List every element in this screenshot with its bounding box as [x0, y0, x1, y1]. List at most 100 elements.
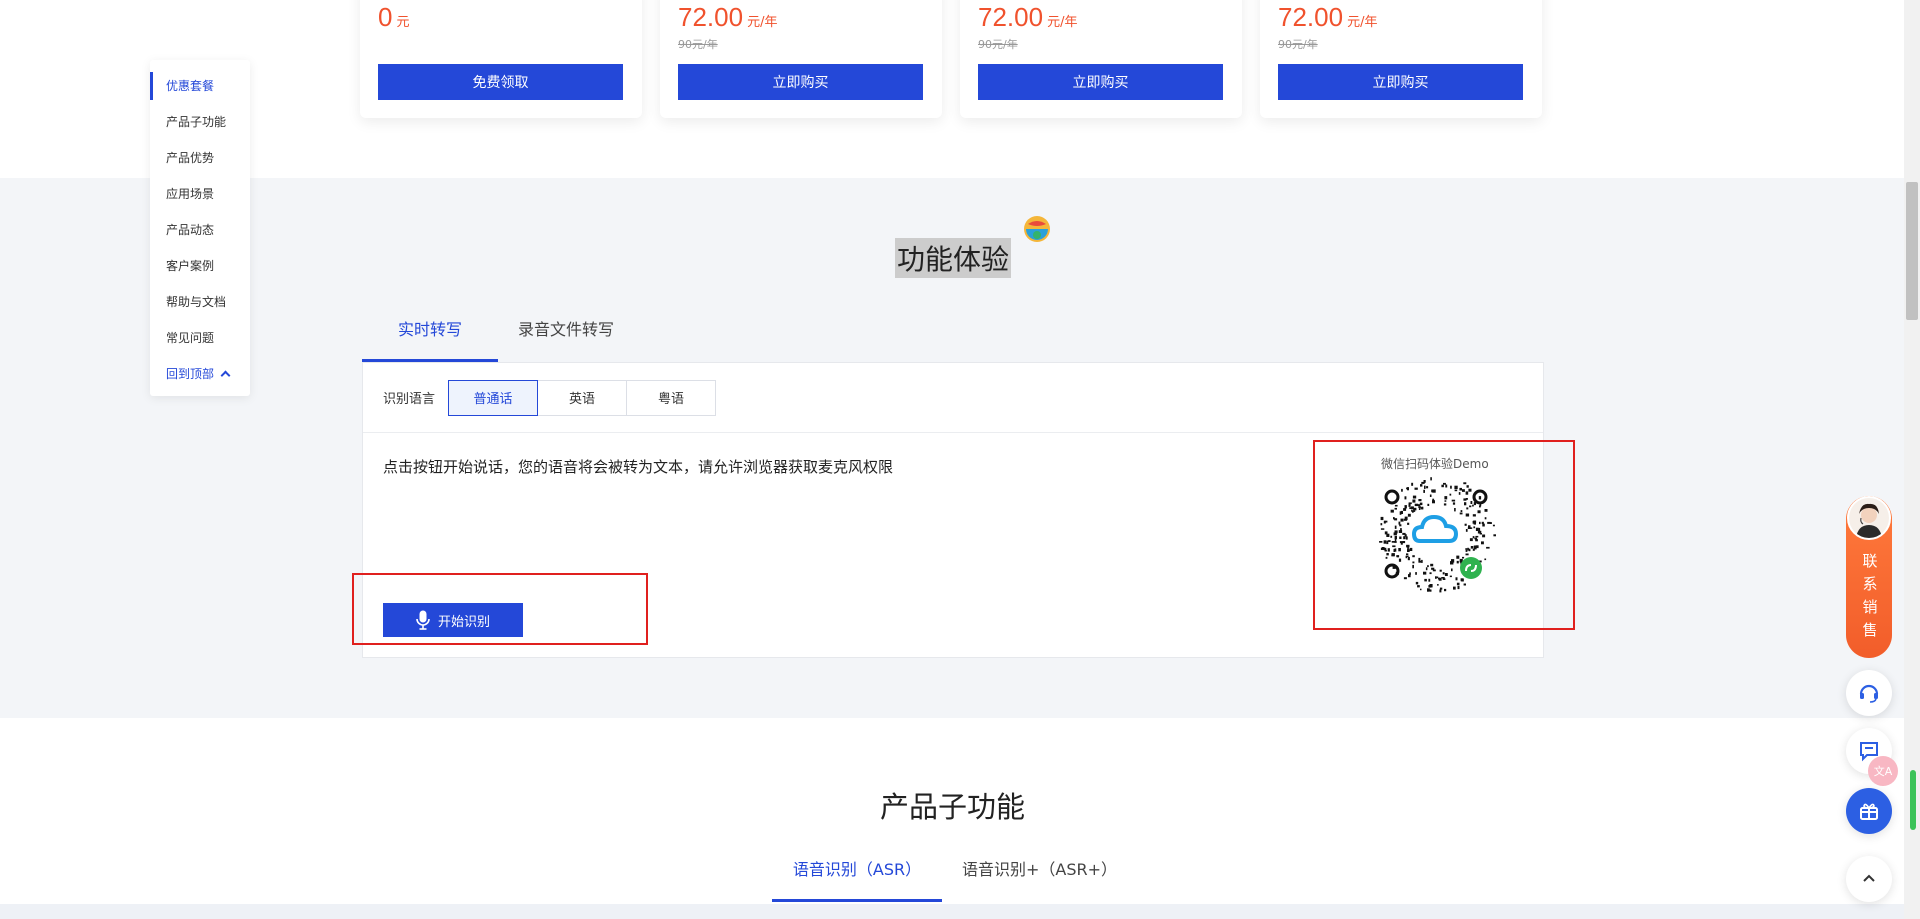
qr-module	[1404, 496, 1407, 500]
qr-module	[1408, 574, 1411, 578]
qr-module	[1468, 525, 1471, 529]
qr-module	[1472, 536, 1475, 539]
qr-module	[1380, 516, 1384, 521]
side-nav-item-sub-functions[interactable]: 产品子功能	[150, 104, 250, 140]
buy-now-button[interactable]: 立即购买	[978, 64, 1223, 100]
qr-module	[1408, 502, 1412, 505]
sub-functions-title: 产品子功能	[880, 790, 1026, 824]
language-option-english[interactable]: 英语	[537, 379, 628, 416]
qr-module	[1383, 520, 1386, 524]
qr-module	[1396, 555, 1399, 558]
tab-asr[interactable]: 语音识别（ASR）	[772, 850, 942, 902]
qr-module	[1453, 586, 1456, 590]
qr-module	[1405, 555, 1409, 557]
qr-module	[1412, 495, 1417, 499]
qr-module	[1427, 503, 1430, 506]
scrollbar-thumb[interactable]	[1906, 182, 1918, 320]
original-price: 90元/年	[978, 38, 1018, 51]
qr-module	[1441, 577, 1445, 579]
side-nav-item-advantages[interactable]: 产品优势	[150, 140, 250, 176]
qr-module	[1470, 546, 1474, 549]
qr-module	[1410, 506, 1414, 510]
qr-module	[1421, 481, 1425, 484]
qr-module	[1479, 521, 1481, 525]
qr-module	[1384, 531, 1388, 535]
qr-module	[1463, 583, 1466, 586]
tab-asr-plus[interactable]: 语音识别+（ASR+）	[942, 850, 1117, 902]
qr-module	[1450, 485, 1452, 489]
gift-button[interactable]	[1846, 788, 1892, 834]
buy-now-button[interactable]: 立即购买	[1278, 64, 1523, 100]
price-unit: 元/年	[747, 15, 778, 30]
side-nav-item-faq[interactable]: 常见问题	[150, 320, 250, 356]
experience-tabs: 实时转写 录音文件转写	[362, 310, 614, 362]
qr-module	[1482, 523, 1485, 527]
qr-module	[1431, 567, 1435, 570]
language-selector-row: 识别语言 普通话 英语 粤语	[363, 363, 1543, 433]
qr-module	[1420, 588, 1422, 591]
qr-module	[1470, 527, 1473, 529]
qr-module	[1466, 507, 1469, 510]
qr-module	[1426, 486, 1429, 489]
qr-module	[1449, 493, 1452, 496]
buy-now-button[interactable]: 立即购买	[678, 64, 923, 100]
back-to-top-label: 回到顶部	[166, 367, 215, 381]
language-option-cantonese[interactable]: 粤语	[626, 379, 717, 416]
qr-module	[1459, 512, 1463, 515]
qr-module	[1475, 535, 1479, 538]
qr-module	[1394, 530, 1398, 534]
qr-module	[1478, 496, 1482, 500]
scrollbar-marker	[1910, 770, 1916, 830]
qr-module	[1403, 577, 1407, 580]
qr-module	[1385, 556, 1388, 559]
claim-free-button[interactable]: 免费领取	[378, 64, 623, 100]
qr-module	[1381, 547, 1385, 549]
gift-icon	[1860, 803, 1878, 820]
tab-file-transcription[interactable]: 录音文件转写	[498, 310, 614, 362]
price-card-1: 72.00 元/年 90元/年 立即购买	[660, 0, 942, 118]
side-nav-item-packages[interactable]: 优惠套餐	[150, 68, 250, 104]
qr-module	[1444, 500, 1447, 502]
side-nav-item-cases[interactable]: 客户案例	[150, 248, 250, 284]
qr-module	[1459, 487, 1462, 491]
tab-realtime-transcription[interactable]: 实时转写	[362, 310, 498, 362]
pricing-section: 0 元 免费领取 72.00 元/年 90元/年 立即购买 72.00 元/年 …	[0, 0, 1904, 178]
qr-module	[1424, 578, 1427, 582]
language-option-mandarin[interactable]: 普通话	[448, 379, 539, 416]
next-section-edge	[0, 904, 1904, 919]
qr-module	[1379, 541, 1383, 543]
qr-module	[1404, 505, 1407, 509]
qr-module	[1456, 555, 1460, 559]
qr-module	[1484, 517, 1487, 520]
qr-module	[1398, 521, 1401, 525]
qr-module	[1468, 548, 1471, 552]
side-nav-item-news[interactable]: 产品动态	[150, 212, 250, 248]
start-recognition-button[interactable]: 开始识别	[383, 603, 523, 637]
price-value: 72.00	[678, 2, 744, 32]
qr-module	[1407, 546, 1409, 550]
qr-module	[1388, 540, 1391, 542]
qr-module	[1438, 578, 1442, 581]
qr-module	[1418, 557, 1421, 562]
qr-module	[1482, 534, 1486, 538]
translate-badge[interactable]: 文A	[1868, 756, 1898, 786]
customer-service-button[interactable]	[1846, 670, 1892, 716]
side-nav-item-docs[interactable]: 帮助与文档	[150, 284, 250, 320]
side-nav-item-scenarios[interactable]: 应用场景	[150, 176, 250, 212]
back-to-top-link[interactable]: 回到顶部	[150, 356, 250, 392]
price-card-free: 0 元 免费领取	[360, 0, 642, 118]
qr-module	[1455, 577, 1458, 581]
chevron-up-icon	[1863, 874, 1875, 882]
qr-module	[1427, 565, 1429, 568]
qr-module	[1465, 553, 1469, 556]
qr-module	[1473, 520, 1477, 524]
person-avatar-icon	[1849, 498, 1889, 538]
qr-module	[1475, 537, 1477, 541]
original-price: 90元/年	[1278, 38, 1318, 51]
qr-module	[1428, 585, 1432, 588]
scroll-to-top-button[interactable]	[1846, 856, 1892, 902]
experience-title: 功能体验	[897, 243, 1010, 276]
qr-module	[1384, 549, 1387, 552]
qr-module	[1406, 487, 1408, 490]
qr-module	[1432, 500, 1435, 504]
